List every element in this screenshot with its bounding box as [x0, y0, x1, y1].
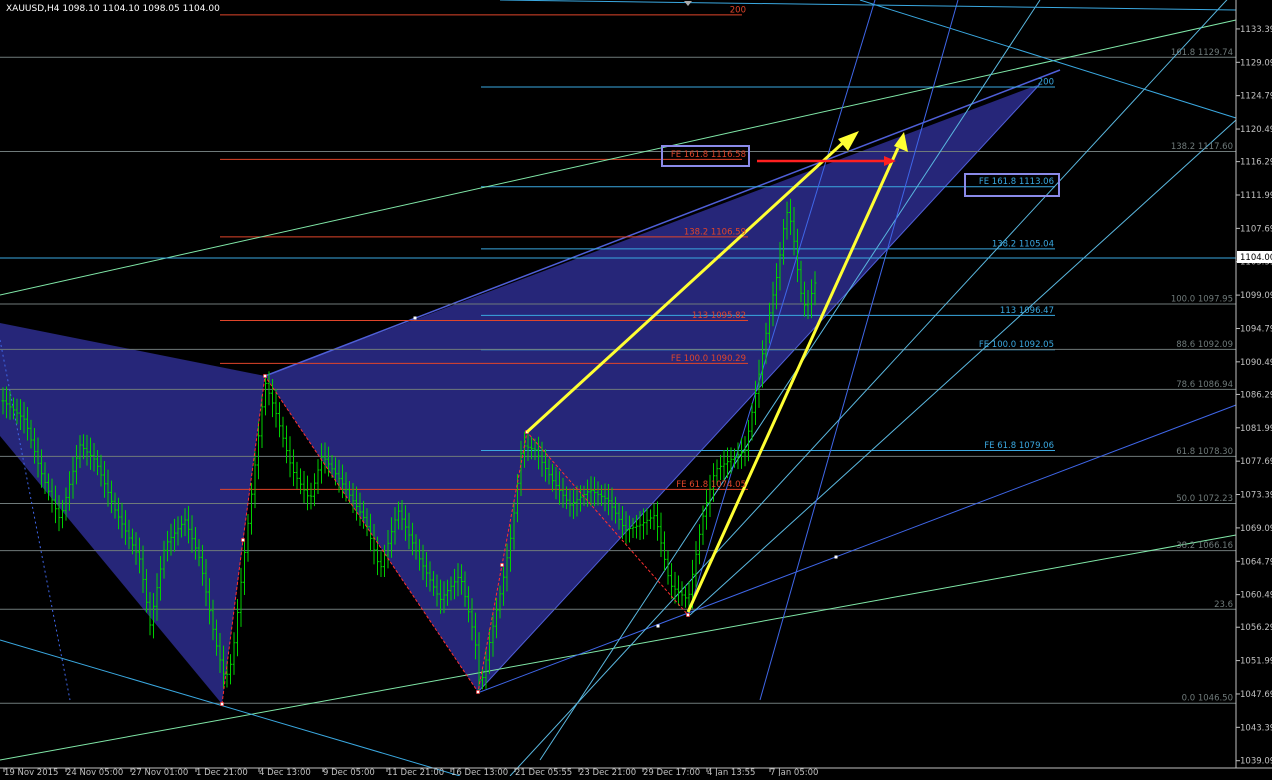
fib-level-red-label: FE 61.8 1074.05: [676, 480, 746, 490]
x-axis-tick-label: 11 Dec 21:00: [387, 768, 444, 776]
pattern-point-marker[interactable]: [220, 702, 224, 706]
y-axis-tick-label: 1094.79: [1240, 324, 1272, 334]
y-axis-tick-label: 1081.99: [1240, 424, 1272, 434]
fib-level-blue-label: FE 161.8 1113.06: [979, 177, 1054, 187]
pattern-point-marker[interactable]: [476, 690, 480, 694]
fib-retracement-label: 50.0 1072.23: [1176, 494, 1233, 504]
current-price-label: 1104.00: [1240, 253, 1272, 263]
fib-retracement-label: 78.6 1086.94: [1176, 380, 1233, 390]
trendline-handle[interactable]: [834, 555, 838, 559]
fib-retracement-label: 38.2 1066.16: [1176, 541, 1233, 551]
fib-retracement-label: 61.8 1078.30: [1176, 447, 1233, 457]
x-axis-tick-label: 29 Dec 17:00: [643, 768, 700, 776]
y-axis-tick-label: 1124.79: [1240, 92, 1272, 102]
fib-level-red-label: 138.2 1106.59: [684, 227, 746, 237]
fib-retracement-label: 138.2 1117.60: [1171, 142, 1233, 152]
y-axis-tick-label: 1064.79: [1240, 557, 1272, 567]
y-axis-tick-label: 1073.39: [1240, 491, 1272, 501]
fib-level-red-label: 200: [730, 5, 746, 15]
y-axis-tick-label: 1060.49: [1240, 591, 1272, 601]
fib-level-blue-label: FE 61.8 1079.06: [984, 441, 1054, 451]
pattern-point-marker[interactable]: [241, 538, 245, 542]
y-axis-tick-label: 1090.49: [1240, 358, 1272, 368]
x-axis-tick-label: 19 Nov 2015: [4, 768, 58, 776]
x-axis-tick-label: 27 Nov 01:00: [131, 768, 188, 776]
fib-retracement-label: 88.6 1092.09: [1176, 340, 1233, 350]
fib-level-red-label: 113 1095.82: [692, 311, 746, 321]
y-axis-tick-label: 1039.09: [1240, 757, 1272, 767]
y-axis-tick-label: 1111.99: [1240, 191, 1272, 201]
fib-level-blue-label: 138.2 1105.04: [992, 239, 1054, 249]
x-axis-tick-label: 24 Nov 05:00: [66, 768, 123, 776]
y-axis-tick-label: 1077.69: [1240, 457, 1272, 467]
y-axis-tick-label: 1069.09: [1240, 524, 1272, 534]
x-axis-tick-label: 9 Dec 05:00: [323, 768, 375, 776]
price-chart[interactable]: 200 FE 161.8 1116.58 138.2 1106.59 113 1095…: [0, 0, 1272, 778]
trendline-handle[interactable]: [656, 624, 660, 628]
x-axis-tick-label: 21 Dec 05:55: [515, 768, 572, 776]
y-axis-tick-label: 1043.39: [1240, 723, 1272, 733]
y-axis-tick-label: 1099.09: [1240, 291, 1272, 301]
y-axis-tick-label: 1086.29: [1240, 390, 1272, 400]
pattern-point-marker[interactable]: [500, 563, 504, 567]
fib-retracement-label: 23.6: [1214, 600, 1233, 610]
x-axis-tick-label: 1 Dec 21:00: [196, 768, 248, 776]
y-axis-tick-label: 1056.29: [1240, 623, 1272, 633]
x-axis-tick-label: 16 Dec 13:00: [451, 768, 508, 776]
y-axis-tick-label: 1051.99: [1240, 657, 1272, 667]
trendline-handle[interactable]: [413, 316, 417, 320]
fib-retracement-label: 0.0 1046.50: [1182, 694, 1233, 704]
y-axis-tick-label: 1047.69: [1240, 690, 1272, 700]
fib-level-blue-label: FE 100.0 1092.05: [979, 340, 1054, 350]
y-axis-tick-label: 1107.69: [1240, 224, 1272, 234]
fib-retracement-label: 161.8 1129.74: [1171, 48, 1233, 58]
pattern-point-marker[interactable]: [263, 374, 267, 378]
fib-level-blue-label: 200: [1038, 78, 1054, 88]
pattern-point-marker[interactable]: [686, 613, 690, 617]
y-axis-tick-label: 1120.49: [1240, 125, 1272, 135]
fib-retracement-label: 100.0 1097.95: [1171, 294, 1233, 304]
x-axis-tick-label: 23 Dec 21:00: [579, 768, 636, 776]
x-axis-tick-label: 4 Dec 13:00: [259, 768, 311, 776]
y-axis-tick-label: 1129.09: [1240, 58, 1272, 68]
fib-level-red-label: FE 161.8 1116.58: [671, 150, 746, 160]
chart-svg[interactable]: 200 FE 161.8 1116.58 138.2 1106.59 113 1095…: [0, 0, 1272, 778]
fib-level-red-label: FE 100.0 1090.29: [671, 354, 746, 364]
symbol-info: XAUUSD,H4 1098.10 1104.10 1098.05 1104.0…: [6, 4, 220, 14]
x-axis-tick-label: 4 Jan 13:55: [707, 768, 755, 776]
y-axis-tick-label: 1133.39: [1240, 25, 1272, 35]
fib-level-blue-label: 113 1096.47: [1000, 306, 1054, 316]
y-axis-tick-label: 1116.29: [1240, 158, 1272, 168]
x-axis-tick-label: 7 Jan 05:00: [770, 768, 818, 776]
